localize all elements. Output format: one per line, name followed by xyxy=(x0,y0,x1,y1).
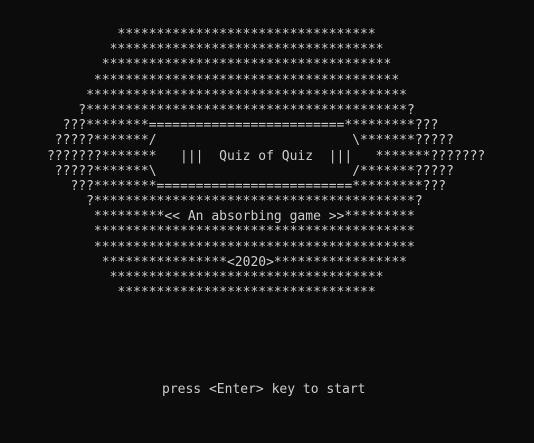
banner-line: ****************************************… xyxy=(0,239,415,255)
banner-line: ???********=========================****… xyxy=(0,118,439,134)
banner-line: *************************************** xyxy=(0,72,400,88)
banner-line: *********************************** xyxy=(0,42,384,58)
start-prompt[interactable]: press <Enter> key to start xyxy=(162,380,366,398)
banner-subtitle-line: *********<< An absorbing game >>********… xyxy=(0,209,415,225)
banner-line: ?????*******/ \*******????? xyxy=(0,133,454,149)
banner-line: *********************************** xyxy=(0,270,384,285)
banner-year-line: ****************<2020>***************** xyxy=(0,254,407,270)
banner-line: ****************************************… xyxy=(0,224,415,240)
banner-title-line: ???????******* ||| Quiz of Quiz ||| ****… xyxy=(0,148,486,164)
title-banner: ********************************* ******… xyxy=(0,27,534,300)
banner-line: ************************************* xyxy=(0,57,392,73)
banner-line: ???********=========================****… xyxy=(0,178,447,194)
banner-line: ****************************************… xyxy=(0,87,407,103)
banner-line: ********************************* xyxy=(0,27,376,42)
banner-line: ?***************************************… xyxy=(0,194,423,210)
banner-line: ********************************* xyxy=(0,285,376,301)
console-window: ********************************* ******… xyxy=(0,0,534,443)
banner-line: ?????*******\ /*******????? xyxy=(0,163,454,179)
banner-line: ?***************************************… xyxy=(0,102,415,118)
start-prompt-text: press <Enter> key to start xyxy=(162,382,366,397)
